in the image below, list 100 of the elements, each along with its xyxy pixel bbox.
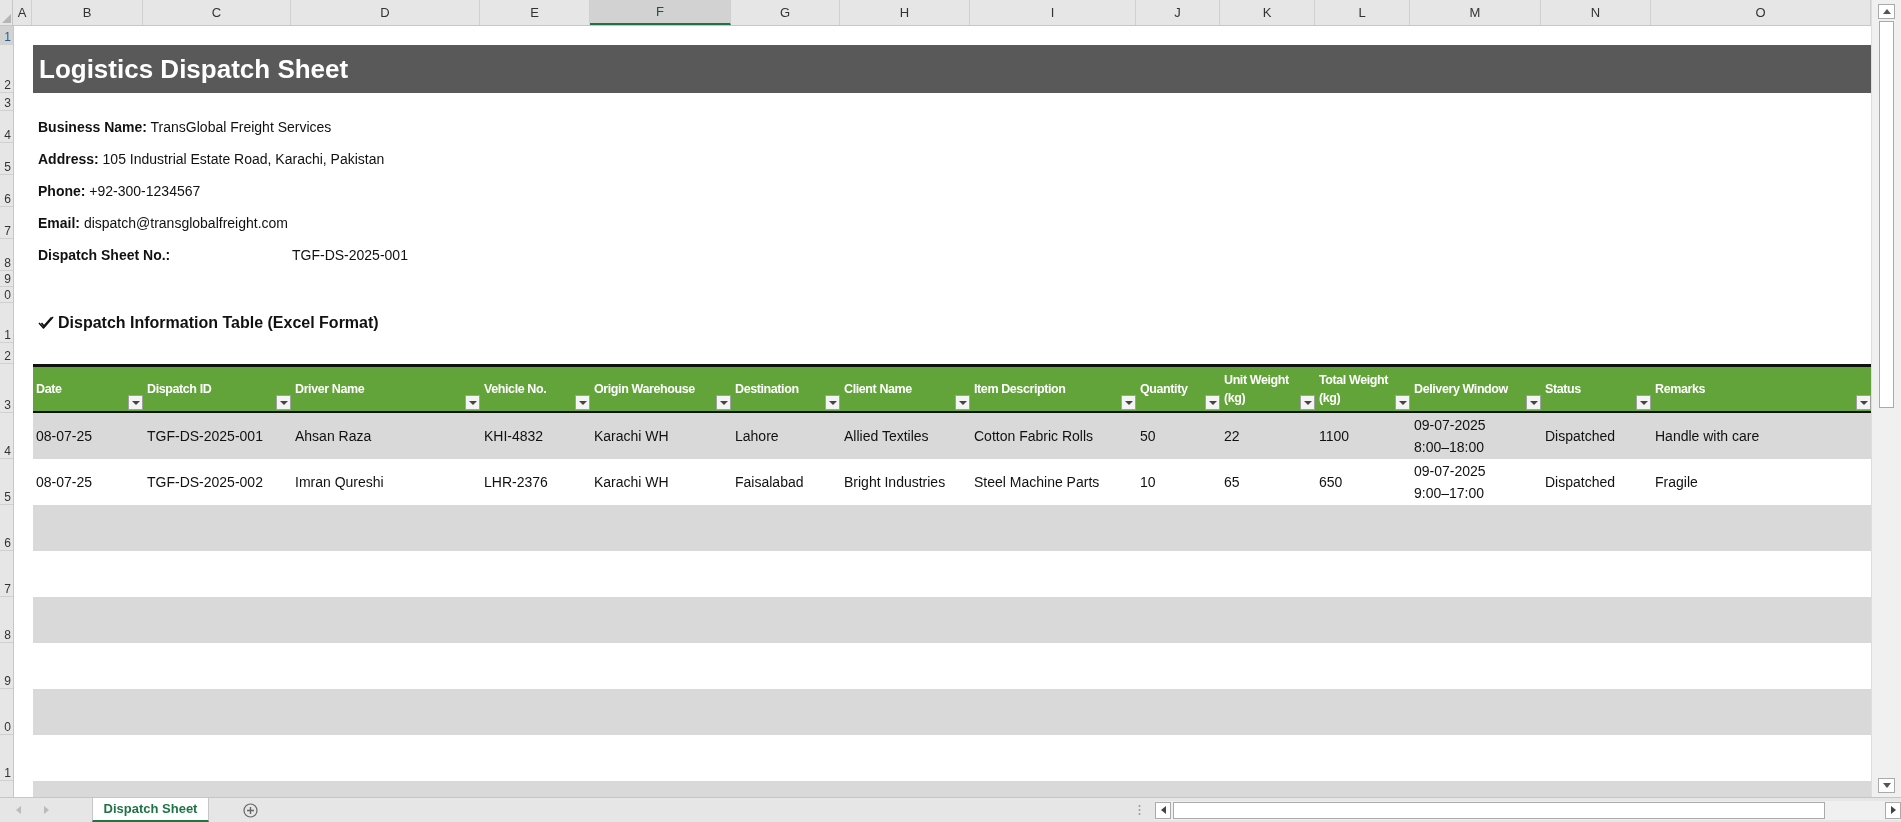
row-number[interactable]: 0 xyxy=(0,287,13,303)
table-cell-text: Handle with care xyxy=(1655,427,1760,446)
column-letter[interactable]: M xyxy=(1410,0,1541,25)
row-number[interactable]: 2 xyxy=(0,45,13,93)
row-number[interactable]: 6 xyxy=(0,175,13,207)
table-cell-text: Cotton Fabric Rolls xyxy=(974,427,1094,446)
filter-button[interactable] xyxy=(955,395,970,410)
info-value: TGF-DS-2025-001 xyxy=(292,247,408,263)
scroll-right-button[interactable] xyxy=(1885,801,1901,819)
sheet-title: Logistics Dispatch Sheet xyxy=(39,53,349,85)
row-number[interactable]: 1 xyxy=(0,735,13,781)
filter-button[interactable] xyxy=(465,395,480,410)
column-header: Dispatch ID xyxy=(147,381,212,398)
row-number[interactable]: 7 xyxy=(0,207,13,239)
filter-button[interactable] xyxy=(128,395,143,410)
column-letter[interactable]: G xyxy=(731,0,840,25)
row-number[interactable]: 9 xyxy=(0,643,13,689)
table-cell-text: 09-07-2025 9:00–17:00 xyxy=(1414,462,1487,503)
row-number[interactable]: 5 xyxy=(0,143,13,175)
filter-button[interactable] xyxy=(716,395,731,410)
column-header: Destination xyxy=(735,381,799,398)
row-number[interactable]: 8 xyxy=(0,239,13,271)
row-number[interactable]: 0 xyxy=(0,689,13,735)
column-header: Remarks xyxy=(1655,381,1705,398)
table-cell-text: TGF-DS-2025-001 xyxy=(147,427,263,446)
filter-button[interactable] xyxy=(1395,395,1410,410)
column-header: Client Name xyxy=(844,381,912,398)
filter-button[interactable] xyxy=(1526,395,1541,410)
column-letter[interactable]: I xyxy=(970,0,1136,25)
column-header: Date xyxy=(36,381,62,398)
column-header: Unit Weight (kg) xyxy=(1224,372,1290,407)
column-letter[interactable]: F xyxy=(590,0,731,25)
row-number[interactable]: 1 xyxy=(0,26,13,45)
column-header: Origin Warehouse xyxy=(594,381,695,398)
table-cell-text: Imran Qureshi xyxy=(295,473,384,492)
filter-button[interactable] xyxy=(276,395,291,410)
scrollbar-thumb[interactable] xyxy=(1879,21,1894,408)
filter-button[interactable] xyxy=(1636,395,1651,410)
table-cell-text: 08-07-25 xyxy=(36,427,93,446)
column-header: Item Description xyxy=(974,381,1066,398)
column-header: Status xyxy=(1545,381,1581,398)
table-cell-text: 22 xyxy=(1224,427,1240,446)
row-number[interactable]: 3 xyxy=(0,364,13,413)
table-cell-text: KHI-4832 xyxy=(484,427,544,446)
table-cell-text: Lahore xyxy=(735,427,779,446)
table-cell-text: 65 xyxy=(1224,473,1240,492)
column-letter[interactable]: A xyxy=(13,0,32,25)
column-header: Delivery Window xyxy=(1414,381,1508,398)
column-letter[interactable]: K xyxy=(1220,0,1315,25)
scroll-down-button[interactable] xyxy=(1878,778,1895,793)
table-cell-text: 10 xyxy=(1140,473,1156,492)
info-line: Business Name: TransGlobal Freight Services xyxy=(38,119,332,135)
info-line: Phone: +92-300-1234567 xyxy=(38,183,201,199)
column-header: Driver Name xyxy=(295,381,365,398)
filter-button[interactable] xyxy=(1205,395,1220,410)
table-cell-text: Ahsan Raza xyxy=(295,427,372,446)
column-letter[interactable]: B xyxy=(32,0,143,25)
table-cell-text: 08-07-25 xyxy=(36,473,93,492)
table-cell-text: Steel Machine Parts xyxy=(974,473,1100,492)
row-number[interactable]: 6 xyxy=(0,505,13,551)
row-number[interactable]: 4 xyxy=(0,111,13,143)
check-icon xyxy=(38,316,54,330)
table-cell-text: Faisalabad xyxy=(735,473,804,492)
column-letter[interactable]: N xyxy=(1541,0,1651,25)
column-header: Vehicle No. xyxy=(484,381,547,398)
row-number[interactable]: 1 xyxy=(0,303,13,343)
filter-button[interactable] xyxy=(1856,395,1871,410)
row-number[interactable]: 3 xyxy=(0,93,13,111)
table-cell-text: LHR-2376 xyxy=(484,473,548,492)
table-cell-text: Karachi WH xyxy=(594,473,669,492)
table-cell-text: 650 xyxy=(1319,473,1343,492)
row-number[interactable]: 5 xyxy=(0,459,13,505)
column-letter[interactable]: D xyxy=(291,0,480,25)
table-cell-text: Dispatched xyxy=(1545,473,1616,492)
column-letter[interactable]: J xyxy=(1136,0,1220,25)
table-cell-text: 1100 xyxy=(1319,427,1350,446)
row-number[interactable]: 8 xyxy=(0,597,13,643)
column-letter[interactable]: H xyxy=(840,0,970,25)
filter-button[interactable] xyxy=(1300,395,1315,410)
table-cell-text: Karachi WH xyxy=(594,427,669,446)
column-letter[interactable]: L xyxy=(1315,0,1410,25)
scrollbar-thumb[interactable] xyxy=(1173,801,1825,819)
scroll-left-button[interactable] xyxy=(1155,801,1171,819)
scroll-up-button[interactable] xyxy=(1878,4,1895,19)
filter-button[interactable] xyxy=(1121,395,1136,410)
table-cell-text: Dispatched xyxy=(1545,427,1616,446)
row-number[interactable]: 2 xyxy=(0,343,13,364)
filter-button[interactable] xyxy=(825,395,840,410)
splitter-handle-icon[interactable] xyxy=(1138,804,1141,816)
add-sheet-icon[interactable] xyxy=(243,802,258,818)
column-header: Total Weight (kg) xyxy=(1319,372,1390,407)
table-cell-text: Allied Textiles xyxy=(844,427,929,446)
info-line: Email: dispatch@transglobalfreight.com xyxy=(38,215,288,231)
filter-button[interactable] xyxy=(575,395,590,410)
row-number[interactable]: 7 xyxy=(0,551,13,597)
row-number[interactable]: 9 xyxy=(0,271,13,287)
sheet-tab[interactable]: Dispatch Sheet xyxy=(92,797,209,822)
info-line: Address: 105 Industrial Estate Road, Karachi, Pakistan xyxy=(38,151,385,167)
row-number[interactable]: 4 xyxy=(0,413,13,459)
column-letter[interactable]: C xyxy=(143,0,291,25)
